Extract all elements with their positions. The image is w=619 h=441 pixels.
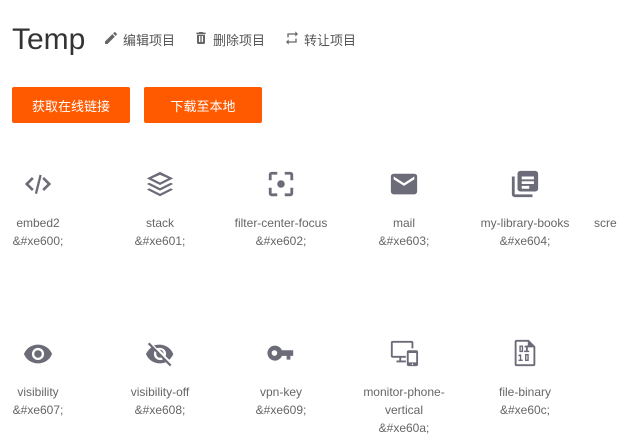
transfer-icon xyxy=(284,30,300,49)
icon-code: &#xe608; xyxy=(134,403,186,417)
icon-code: &#xe607; xyxy=(12,403,64,417)
icon-card[interactable]: monitor-phone-vertical &#xe60a; xyxy=(345,337,463,437)
icon-code: &#xe603; xyxy=(378,234,430,248)
icon-name: monitor-phone-vertical xyxy=(363,385,445,417)
icon-card[interactable]: vpn-key &#xe609; xyxy=(222,337,340,419)
icon-card[interactable]: embed2 &#xe600; xyxy=(0,168,97,250)
vpn-key-icon xyxy=(222,337,340,369)
filter-center-focus-icon xyxy=(222,168,340,200)
icon-card[interactable]: file-binary &#xe60c; xyxy=(466,337,584,419)
icon-card[interactable]: stack &#xe601; xyxy=(101,168,219,250)
icon-name: stack xyxy=(145,216,174,230)
icon-name: file-binary xyxy=(498,385,552,399)
mail-icon xyxy=(345,168,463,200)
monitor-phone-vertical-icon xyxy=(345,337,463,369)
icon-name: scre xyxy=(594,216,617,230)
icon-card[interactable]: scre xyxy=(594,168,619,232)
transfer-project-label: 转让项目 xyxy=(304,32,357,48)
icon-name: mail xyxy=(392,216,415,230)
embed2-icon xyxy=(0,168,97,200)
icon-code: &#xe600; xyxy=(12,234,64,248)
file-binary-icon xyxy=(466,337,584,369)
icon-name: embed2 xyxy=(16,216,60,230)
icon-code: &#xe609; xyxy=(255,403,307,417)
icon-name: vpn-key xyxy=(259,385,303,399)
icon-name: visibility xyxy=(17,385,59,399)
download-local-button[interactable]: 下载至本地 xyxy=(144,87,262,123)
icon-card[interactable]: visibility &#xe607; xyxy=(0,337,97,419)
icon-code: &#xe602; xyxy=(255,234,307,248)
icon-code: &#xe60a; xyxy=(378,421,430,435)
my-library-books-icon xyxy=(466,168,584,200)
icon-code: &#xe601; xyxy=(134,234,186,248)
visibility-icon xyxy=(0,337,97,369)
icon-card[interactable]: filter-center-focus &#xe602; xyxy=(222,168,340,250)
delete-project-label: 删除项目 xyxy=(213,32,266,48)
icon-name: filter-center-focus xyxy=(234,216,328,230)
delete-project-link[interactable]: 删除项目 xyxy=(193,30,265,48)
icon-card[interactable]: mail &#xe603; xyxy=(345,168,463,250)
icon-code: &#xe604; xyxy=(499,234,551,248)
icon-project-page: Temp 编辑项目 删除项目 转让项目 获取在线链接 下载至本地 embed2 … xyxy=(0,0,619,441)
get-online-link-button[interactable]: 获取在线链接 xyxy=(12,87,130,123)
visibility-off-icon xyxy=(101,337,219,369)
edit-project-label: 编辑项目 xyxy=(123,32,176,48)
trash-icon xyxy=(193,30,209,49)
project-title: Temp xyxy=(12,23,86,56)
pencil-icon xyxy=(103,30,119,49)
icon-code: &#xe60c; xyxy=(499,403,551,417)
icon-name: visibility-off xyxy=(130,385,190,399)
icon-name: my-library-books xyxy=(480,216,570,230)
stack-icon xyxy=(101,168,219,200)
icon-card[interactable]: my-library-books &#xe604; xyxy=(466,168,584,250)
icon-card[interactable]: visibility-off &#xe608; xyxy=(101,337,219,419)
transfer-project-link[interactable]: 转让项目 xyxy=(284,30,356,48)
edit-project-link[interactable]: 编辑项目 xyxy=(103,30,175,48)
